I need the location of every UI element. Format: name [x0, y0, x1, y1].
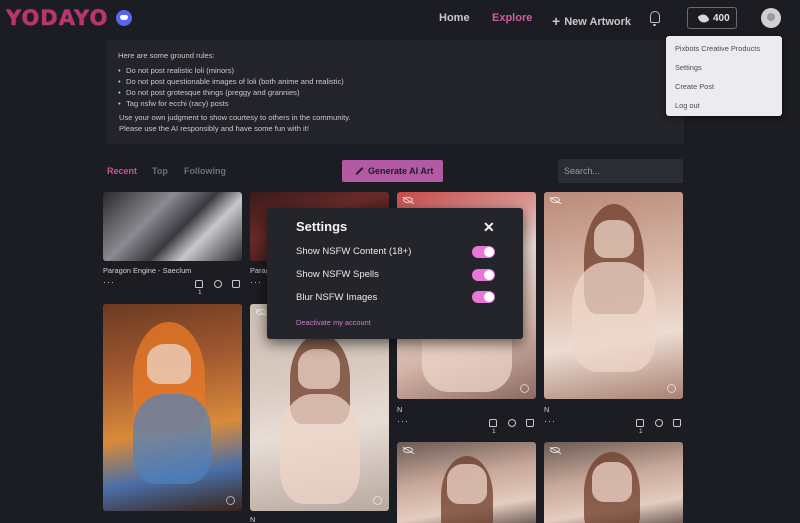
- dislike-icon[interactable]: [232, 280, 240, 288]
- menu-item-pixbots[interactable]: Pixbots Creative Products: [675, 44, 760, 53]
- nav-explore-link[interactable]: Explore: [492, 12, 532, 24]
- rule-item: Tag nsfw for ecchi (racy) posts: [118, 99, 229, 108]
- info-icon[interactable]: [226, 496, 235, 505]
- hidden-eye-icon: [550, 197, 560, 203]
- artwork-title[interactable]: N: [250, 515, 255, 523]
- rules-intro: Here are some ground rules:: [118, 51, 215, 60]
- setting-label-blur-nsfw: Blur NSFW Images: [296, 292, 378, 303]
- plus-icon: +: [552, 13, 561, 29]
- ground-rules-panel: Here are some ground rules: Do not post …: [106, 40, 684, 144]
- settings-title: Settings: [296, 219, 348, 234]
- new-artwork-button[interactable]: + New Artwork: [552, 12, 632, 29]
- generate-label: Generate AI Art: [368, 166, 434, 176]
- tab-recent[interactable]: Recent: [107, 166, 137, 176]
- info-icon[interactable]: [667, 384, 676, 393]
- settings-modal: Settings ✕ Show NSFW Content (18+) Show …: [267, 208, 523, 339]
- menu-item-settings[interactable]: Settings: [675, 63, 702, 72]
- comment-icon[interactable]: [214, 280, 222, 288]
- search-input[interactable]: [558, 159, 683, 183]
- like-count: 1: [492, 428, 496, 435]
- artwork-card-image[interactable]: [103, 304, 242, 511]
- new-artwork-label: New Artwork: [564, 16, 632, 28]
- artwork-title[interactable]: Paragon Engine - Saeclum: [103, 266, 191, 275]
- more-options-icon[interactable]: ···: [544, 416, 556, 426]
- info-icon[interactable]: [373, 496, 382, 505]
- rule-item: Do not post grotesque things (preggy and…: [118, 88, 300, 97]
- hidden-eye-icon: [403, 447, 413, 453]
- more-options-icon[interactable]: ···: [250, 277, 262, 287]
- figure-face: [447, 464, 487, 504]
- more-options-icon[interactable]: ···: [103, 277, 115, 287]
- rule-item: Do not post questionable images of loli …: [118, 77, 344, 86]
- magic-wand-icon: [355, 167, 364, 175]
- menu-item-log-out[interactable]: Log out: [675, 101, 700, 110]
- menu-item-create-post[interactable]: Create Post: [675, 82, 714, 91]
- figure-face: [592, 462, 632, 502]
- dislike-icon[interactable]: [526, 419, 534, 427]
- like-count: 1: [639, 428, 643, 435]
- artwork-card-image[interactable]: [544, 442, 683, 523]
- like-icon[interactable]: [636, 419, 644, 427]
- user-avatar[interactable]: [761, 8, 781, 28]
- notification-bell-icon[interactable]: [650, 11, 660, 26]
- top-header: YODAYO Home Explore + New Artwork 400: [0, 0, 800, 36]
- artwork-title[interactable]: N: [544, 405, 549, 414]
- brush-icon: [697, 12, 710, 25]
- credits-button[interactable]: 400: [687, 7, 737, 29]
- hidden-eye-icon: [403, 197, 413, 203]
- close-icon[interactable]: ✕: [483, 219, 495, 236]
- setting-label-nsfw-content: Show NSFW Content (18+): [296, 246, 412, 257]
- user-dropdown-menu: Pixbots Creative Products Settings Creat…: [666, 36, 782, 116]
- info-icon[interactable]: [520, 384, 529, 393]
- like-icon[interactable]: [489, 419, 497, 427]
- artwork-title[interactable]: N: [397, 405, 402, 414]
- yodayo-logo[interactable]: YODAYO: [6, 6, 108, 30]
- rule-item: Do not post realistic loli (minors): [118, 66, 234, 75]
- figure-face: [298, 349, 340, 389]
- comment-icon[interactable]: [508, 419, 516, 427]
- tab-top[interactable]: Top: [152, 166, 168, 176]
- like-icon[interactable]: [195, 280, 203, 288]
- toggle-blur-nsfw[interactable]: [472, 291, 495, 303]
- hidden-eye-icon: [256, 309, 266, 315]
- credits-count: 400: [713, 13, 730, 24]
- rules-outro-1: Use your own judgment to show courtesy t…: [119, 113, 351, 122]
- more-options-icon[interactable]: ···: [397, 416, 409, 426]
- figure-face: [594, 220, 634, 258]
- artwork-card-image[interactable]: [544, 192, 683, 399]
- figure-body: [280, 394, 360, 504]
- rules-outro-2: Please use the AI responsibly and have s…: [119, 124, 309, 133]
- toggle-nsfw-content[interactable]: [472, 246, 495, 258]
- discord-icon[interactable]: [116, 10, 132, 26]
- figure-body: [133, 394, 211, 484]
- deactivate-account-link[interactable]: Deactivate my account: [296, 318, 371, 327]
- figure-body: [572, 262, 656, 372]
- comment-icon[interactable]: [655, 419, 663, 427]
- generate-ai-art-button[interactable]: Generate AI Art: [342, 160, 443, 182]
- setting-label-nsfw-spells: Show NSFW Spells: [296, 269, 379, 280]
- dislike-icon[interactable]: [673, 419, 681, 427]
- figure-face: [147, 344, 191, 384]
- tab-following[interactable]: Following: [184, 166, 226, 176]
- nav-home-link[interactable]: Home: [439, 12, 470, 24]
- toggle-nsfw-spells[interactable]: [472, 269, 495, 281]
- like-count: 1: [198, 289, 202, 296]
- hidden-eye-icon: [550, 447, 560, 453]
- artwork-card-image[interactable]: [103, 192, 242, 261]
- artwork-card-image[interactable]: [397, 442, 536, 523]
